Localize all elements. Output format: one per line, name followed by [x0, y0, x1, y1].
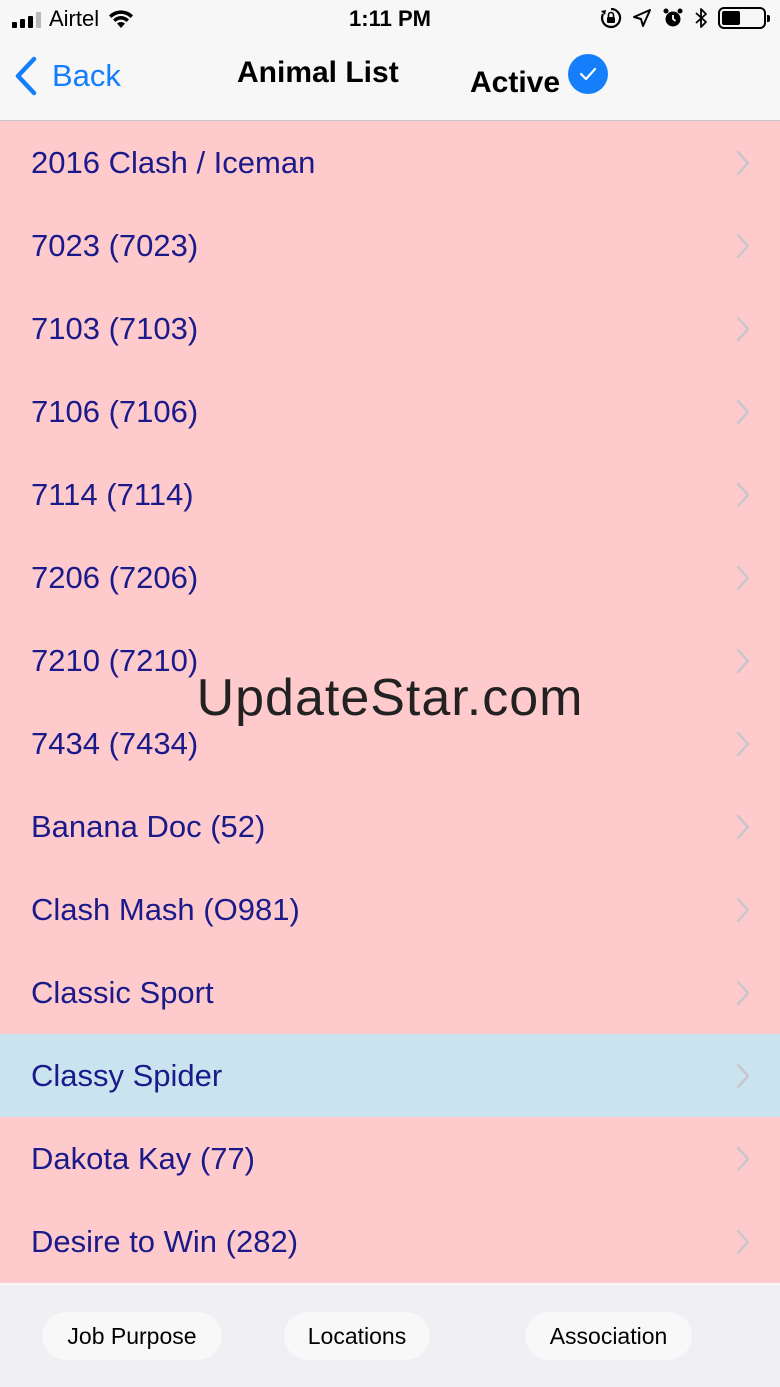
checkmark-icon[interactable]: [568, 54, 609, 94]
list-item-label: 7210 (7210): [31, 642, 199, 678]
alarm-icon: [663, 8, 683, 27]
chevron-right-icon: [736, 316, 750, 341]
list-item[interactable]: 7106 (7106): [0, 370, 780, 453]
list-item-label: 7103 (7103): [31, 310, 199, 346]
list-item[interactable]: Desire to Win (282): [0, 1200, 780, 1283]
orientation-lock-icon: [600, 7, 622, 29]
list-item[interactable]: 7206 (7206): [0, 536, 780, 619]
chevron-right-icon: [736, 565, 750, 590]
location-arrow-icon: [633, 9, 651, 27]
chevron-right-icon: [736, 482, 750, 507]
chevron-right-icon: [736, 648, 750, 673]
chevron-right-icon: [736, 1229, 750, 1254]
list-item[interactable]: Classy Spider: [0, 1034, 780, 1117]
list-item-label: 7114 (7114): [31, 476, 194, 512]
active-label: Active: [470, 66, 561, 99]
list-item[interactable]: 7210 (7210): [0, 619, 780, 702]
list-item-label: 7206 (7206): [31, 559, 199, 595]
list-item[interactable]: Banana Doc (52): [0, 785, 780, 868]
chevron-right-icon: [736, 814, 750, 839]
chevron-left-icon: [15, 56, 37, 96]
chevron-right-icon: [736, 1063, 750, 1088]
list-item[interactable]: Classic Sport: [0, 951, 780, 1034]
list-item-label: Banana Doc (52): [31, 808, 266, 844]
status-right: [600, 7, 770, 29]
chevron-right-icon: [736, 150, 750, 175]
list-item-label: Desire to Win (282): [31, 1223, 299, 1259]
back-button-label: Back: [52, 58, 121, 93]
page-title: Animal List: [237, 56, 399, 89]
list-item[interactable]: 7103 (7103): [0, 287, 780, 370]
list-item-label: Classy Spider: [31, 1057, 223, 1093]
locations-button[interactable]: Locations: [284, 1312, 430, 1360]
list-item[interactable]: 2016 Clash / Iceman: [0, 121, 780, 204]
battery-icon: [718, 7, 770, 29]
association-button[interactable]: Association: [525, 1312, 692, 1360]
navigation-bar: Back Animal List Active: [0, 40, 780, 121]
list-item-label: 7106 (7106): [31, 393, 199, 429]
animal-list: 2016 Clash / Iceman 7023 (7023) 7103 (7103…: [0, 121, 780, 1285]
job-purpose-button[interactable]: Job Purpose: [42, 1312, 222, 1360]
chevron-right-icon: [736, 980, 750, 1005]
active-filter-toggle[interactable]: Active: [470, 54, 609, 100]
chevron-right-icon: [736, 233, 750, 258]
status-bar: Airtel 1:11 PM: [0, 0, 780, 40]
chevron-right-icon: [736, 897, 750, 922]
bluetooth-icon: [695, 8, 707, 28]
bottom-bar: Job Purpose Locations Association: [0, 1285, 780, 1387]
list-item-label: Classic Sport: [31, 974, 214, 1010]
list-item-label: 7434 (7434): [31, 725, 199, 761]
back-button[interactable]: Back: [14, 56, 121, 96]
list-item-label: 7023 (7023): [31, 227, 199, 263]
chevron-right-icon: [736, 1146, 750, 1171]
list-item-label: 2016 Clash / Iceman: [31, 144, 316, 180]
list-item[interactable]: 7434 (7434): [0, 702, 780, 785]
list-item[interactable]: Clash Mash (O981): [0, 868, 780, 951]
chevron-right-icon: [736, 399, 750, 424]
list-item[interactable]: 7114 (7114): [0, 453, 780, 536]
list-item-label: Dakota Kay (77): [31, 1140, 255, 1176]
list-item[interactable]: Dakota Kay (77): [0, 1117, 780, 1200]
chevron-right-icon: [736, 731, 750, 756]
list-item-label: Clash Mash (O981): [31, 891, 300, 927]
list-item[interactable]: 7023 (7023): [0, 204, 780, 287]
